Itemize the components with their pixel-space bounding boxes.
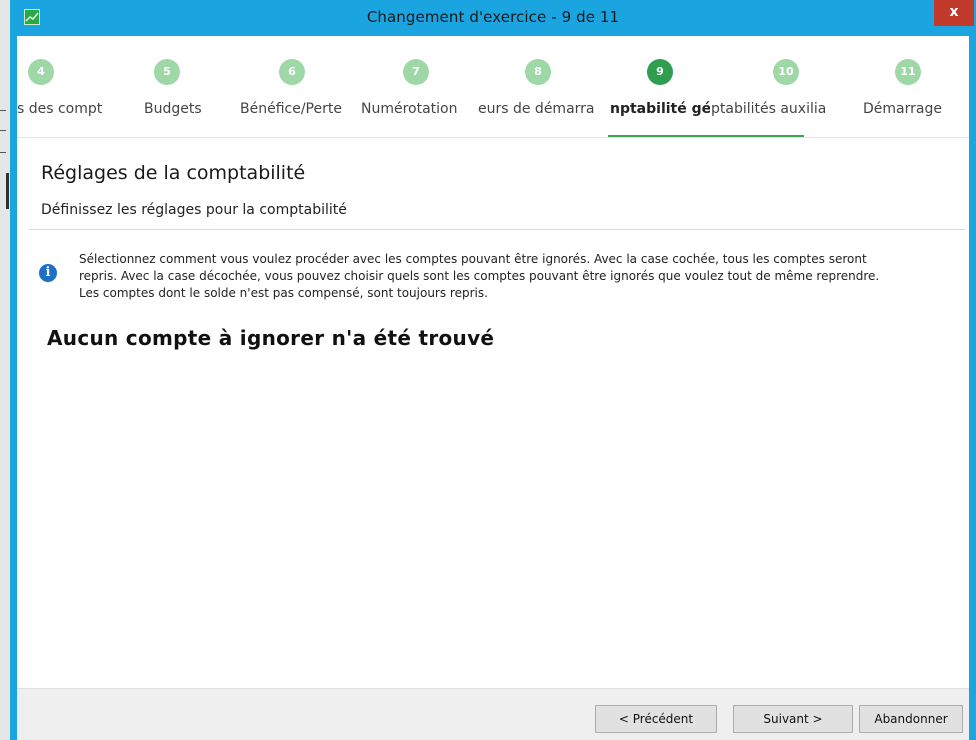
step-4-label[interactable]: s des compt (17, 101, 117, 117)
step-11-number[interactable]: 11 (895, 59, 921, 85)
info-line-3: Les comptes dont le solde n'est pas comp… (79, 286, 488, 300)
previous-button[interactable]: < Précédent (595, 705, 717, 733)
desktop-edge (0, 0, 10, 740)
step-navigator: 4 5 6 7 8 9 10 11 s des compt Budgets Bé… (17, 36, 969, 138)
desktop-tick (0, 110, 6, 111)
step-7-number[interactable]: 7 (403, 59, 429, 85)
window-title: Changement d'exercice - 9 de 11 (366, 8, 620, 26)
step-11-label[interactable]: Démarrage (863, 101, 963, 117)
cancel-button[interactable]: Abandonner (859, 705, 963, 733)
button-bar: < Précédent Suivant > Abandonner (17, 688, 969, 740)
info-message: Sélectionnez comment vous voulez procéde… (79, 251, 947, 302)
step-4-number[interactable]: 4 (28, 59, 54, 85)
info-icon: i (39, 264, 57, 282)
info-line-2: repris. Avec la case décochée, vous pouv… (79, 269, 880, 283)
step-9-label[interactable]: nptabilité géné (610, 101, 710, 117)
info-line-1: Sélectionnez comment vous voulez procéde… (79, 252, 867, 266)
step-6-number[interactable]: 6 (279, 59, 305, 85)
page-subtitle: Définissez les réglages pour la comptabi… (41, 202, 347, 218)
title-bar[interactable]: Changement d'exercice - 9 de 11 x (10, 0, 976, 36)
desktop-tick (0, 152, 6, 153)
step-10-label[interactable]: ptabilités auxilia (711, 101, 851, 117)
header-divider (29, 229, 965, 230)
step-6-label[interactable]: Bénéfice/Perte (240, 101, 356, 117)
no-accounts-message: Aucun compte à ignorer n'a été trouvé (47, 326, 495, 350)
desktop-tick (0, 130, 6, 131)
wizard-window: Changement d'exercice - 9 de 11 x 4 5 6 … (10, 0, 976, 740)
step-10-number[interactable]: 10 (773, 59, 799, 85)
step-7-label[interactable]: Numérotation (361, 101, 475, 117)
step-9-number[interactable]: 9 (647, 59, 673, 85)
steps-divider (17, 137, 969, 138)
step-8-label[interactable]: eurs de démarra (478, 101, 610, 117)
step-5-label[interactable]: Budgets (144, 101, 214, 117)
next-button[interactable]: Suivant > (733, 705, 853, 733)
step-5-number[interactable]: 5 (154, 59, 180, 85)
close-button[interactable]: x (934, 0, 974, 26)
client-area: 4 5 6 7 8 9 10 11 s des compt Budgets Bé… (17, 36, 969, 740)
step-8-number[interactable]: 8 (525, 59, 551, 85)
page-title: Réglages de la comptabilité (41, 162, 306, 184)
desktop-bar (6, 173, 9, 209)
